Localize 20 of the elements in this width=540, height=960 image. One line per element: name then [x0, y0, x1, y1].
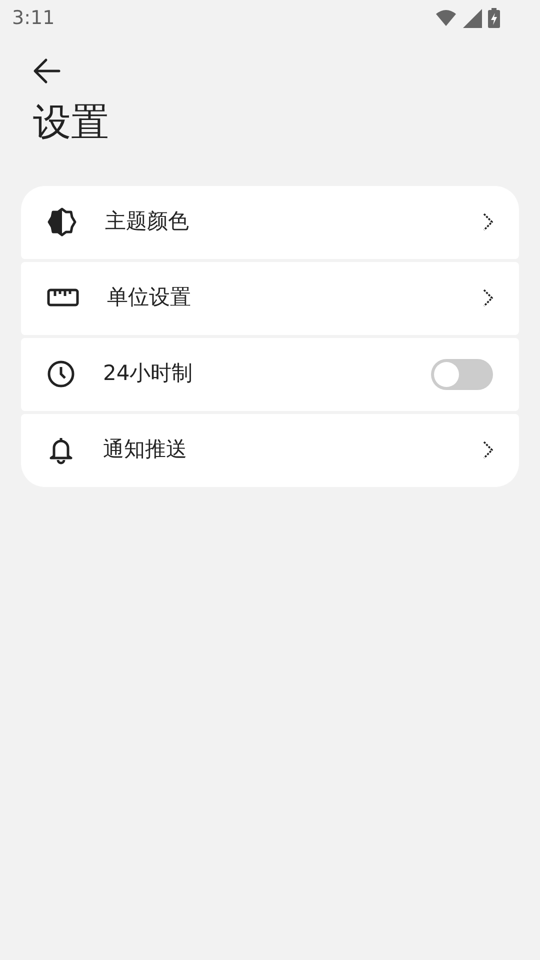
settings-item[interactable]: 主题颜色	[21, 186, 519, 259]
page-title: 设置	[33, 100, 110, 146]
wifi-icon	[435, 9, 457, 27]
signal-icon	[463, 8, 482, 28]
item-label: 24小时制	[103, 360, 194, 388]
ruler-icon	[47, 287, 79, 310]
item-label: 通知推送	[103, 436, 188, 464]
bell-icon	[47, 435, 75, 466]
contrast-icon	[47, 207, 77, 238]
chevron-icon	[483, 213, 493, 232]
settings-item[interactable]: 通知推送	[21, 414, 519, 487]
chevron-icon	[483, 289, 493, 308]
item-label: 单位设置	[107, 284, 192, 312]
clock-icon	[47, 360, 75, 388]
battery-icon	[488, 8, 500, 28]
status-time: 3:11	[12, 6, 55, 31]
chevron-icon	[483, 441, 493, 460]
settings-item[interactable]: 单位设置	[21, 262, 519, 335]
item-label: 主题颜色	[105, 208, 190, 236]
toggle-switch[interactable]	[431, 358, 493, 390]
